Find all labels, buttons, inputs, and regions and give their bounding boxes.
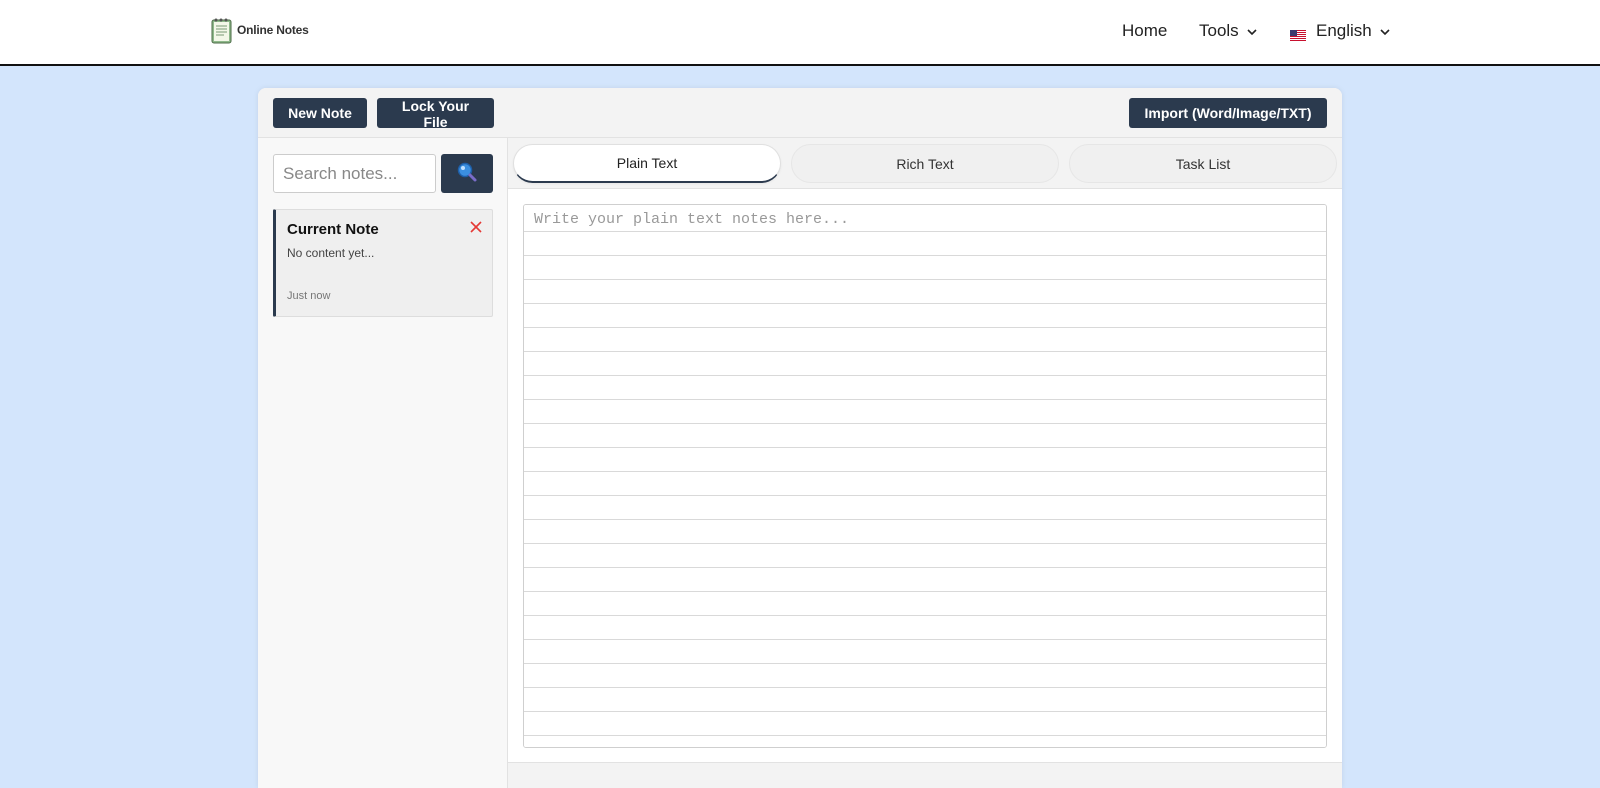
search-icon bbox=[456, 161, 478, 186]
language-dropdown[interactable]: English bbox=[1290, 21, 1392, 41]
notepad-icon bbox=[209, 16, 235, 44]
us-flag-icon bbox=[1290, 26, 1306, 41]
note-title: Current Note bbox=[287, 221, 379, 238]
logo-text: Online Notes bbox=[237, 23, 309, 37]
close-icon[interactable] bbox=[469, 220, 483, 234]
top-navbar: Online Notes Home Tools English bbox=[0, 0, 1600, 66]
note-timestamp: Just now bbox=[287, 290, 331, 302]
lock-file-button[interactable]: Lock Your File bbox=[377, 98, 494, 130]
tab-plain-text[interactable]: Plain Text bbox=[513, 144, 781, 183]
tab-rich-text[interactable]: Rich Text bbox=[791, 144, 1059, 183]
nav-tools-label: Tools bbox=[1199, 21, 1239, 40]
chevron-down-icon bbox=[1245, 24, 1259, 38]
notes-app: New Note Lock Your File Import (Word/Ima… bbox=[258, 88, 1342, 788]
notes-sidebar: Current Note No content yet... Just now bbox=[258, 138, 508, 788]
nav-home-link[interactable]: Home bbox=[1122, 21, 1167, 41]
editor-mode-tabs: Plain Text Rich Text Task List bbox=[508, 138, 1342, 189]
search-button[interactable] bbox=[441, 154, 493, 193]
editor-footer bbox=[508, 762, 1342, 788]
chevron-down-icon bbox=[1378, 24, 1392, 38]
note-preview: No content yet... bbox=[287, 246, 375, 260]
nav-home-label: Home bbox=[1122, 21, 1168, 40]
nav-tools-dropdown[interactable]: Tools bbox=[1199, 21, 1259, 41]
language-label: English bbox=[1316, 21, 1372, 40]
note-list-item[interactable]: Current Note No content yet... Just now bbox=[273, 209, 493, 317]
search-notes-input[interactable] bbox=[273, 154, 436, 193]
editor-container bbox=[523, 204, 1327, 748]
plain-text-editor[interactable] bbox=[524, 205, 1326, 747]
import-button[interactable]: Import (Word/Image/TXT) bbox=[1129, 98, 1327, 128]
editor-panel: Plain Text Rich Text Task List bbox=[508, 138, 1342, 788]
app-toolbar: New Note Lock Your File Import (Word/Ima… bbox=[258, 88, 1342, 138]
new-note-button[interactable]: New Note bbox=[273, 98, 367, 128]
tab-task-list[interactable]: Task List bbox=[1069, 144, 1337, 183]
logo[interactable]: Online Notes bbox=[209, 16, 309, 44]
